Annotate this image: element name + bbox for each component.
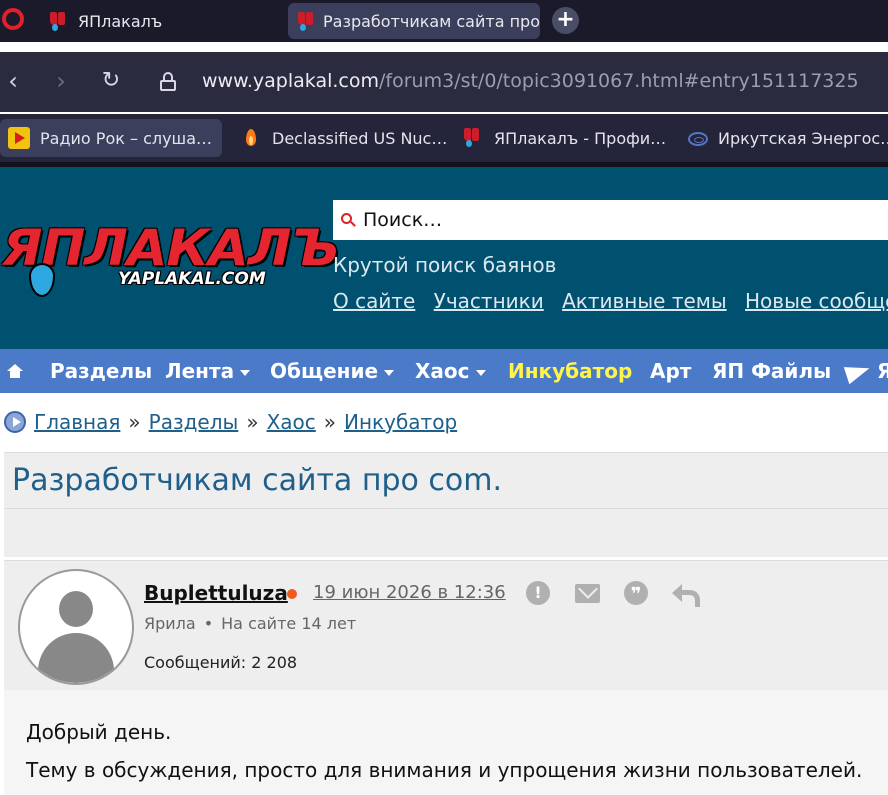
post-body: Добрый день. Тему в обсуждения, просто д… — [4, 690, 888, 795]
nav-art[interactable]: Арт — [650, 359, 691, 383]
topic-header: Разработчикам сайта про com. — [4, 452, 888, 557]
bookmark-label: ЯПлакалъ - Профи… — [494, 128, 667, 148]
reload-button[interactable]: ↻ — [98, 68, 124, 94]
site-logo[interactable]: ЯПЛАКАЛЪ YAPLAKAL.COM — [2, 219, 340, 299]
bookmark-declassified[interactable]: Declassified US Nuc… — [232, 119, 447, 157]
site-header: ЯПЛАКАЛЪ YAPLAKAL.COM Крутой поиск баяно… — [0, 167, 888, 349]
avatar[interactable] — [18, 569, 134, 685]
nav-telegram[interactable]: Я — [877, 359, 888, 383]
globe-icon — [688, 132, 708, 146]
breadcrumb-sections[interactable]: Разделы — [149, 410, 239, 434]
browser-tab-active[interactable]: Разработчикам сайта про — [288, 3, 540, 39]
breadcrumb-separator: » — [128, 410, 141, 434]
post-text-line: Добрый день. — [26, 720, 172, 744]
back-button[interactable]: ‹ — [0, 68, 26, 94]
meta-dot: • — [203, 614, 214, 633]
forward-button[interactable]: › — [48, 68, 74, 94]
nav-incubator[interactable]: Инкубатор — [508, 359, 632, 383]
user-rank: Ярила — [144, 614, 196, 633]
yaplakal-favicon-icon — [48, 11, 68, 31]
url-host: www.yaplakal.com — [202, 70, 379, 92]
lock-icon[interactable] — [159, 72, 177, 92]
search-tagline: Крутой поиск баянов — [333, 253, 557, 277]
search-box[interactable] — [333, 200, 888, 240]
breadcrumb-chaos[interactable]: Хаос — [267, 410, 316, 434]
browser-tab-yaplakal[interactable]: ЯПлакалъ — [40, 3, 240, 39]
breadcrumb: Главная » Разделы » Хаос » Инкубатор — [4, 410, 457, 434]
link-about[interactable]: О сайте — [333, 289, 415, 313]
online-status-icon — [287, 589, 297, 599]
yaplakal-icon — [462, 127, 484, 149]
nav-files[interactable]: ЯП Файлы — [712, 359, 831, 383]
user-on-site: На сайте 14 лет — [221, 614, 357, 633]
user-meta: Ярила • На сайте 14 лет — [144, 614, 356, 633]
link-active-topics[interactable]: Активные темы — [562, 289, 727, 313]
topic-title: Разработчикам сайта про com. — [12, 463, 503, 498]
divider — [4, 508, 888, 509]
breadcrumb-incubator[interactable]: Инкубатор — [344, 410, 457, 434]
nav-sections[interactable]: Разделы — [50, 359, 152, 383]
link-members[interactable]: Участники — [434, 289, 544, 313]
search-icon — [341, 213, 356, 227]
url-field[interactable]: www.yaplakal.com/forum3/st/0/topic309106… — [202, 70, 859, 92]
telegram-icon[interactable] — [846, 361, 870, 381]
tab-label: ЯПлакалъ — [78, 11, 163, 31]
bookmark-yaplakal-profile[interactable]: ЯПлакалъ - Профи… — [454, 119, 666, 157]
main-nav: Разделы Лента Общение Хаос Инкубатор Арт… — [0, 349, 888, 393]
home-icon[interactable] — [7, 364, 23, 378]
search-input[interactable] — [363, 200, 883, 240]
logo-subtitle: YAPLAKAL.COM — [118, 269, 266, 289]
bookmark-irkutsk-energo[interactable]: Иркутская Энергос… — [680, 119, 888, 157]
nav-communication[interactable]: Общение — [270, 359, 394, 383]
radio-rock-icon — [8, 127, 30, 149]
bookmark-label: Declassified US Nuc… — [272, 128, 448, 148]
post-header: Buplettuluza 19 июн 2026 в 12:36 ! ❞ Яри… — [4, 560, 888, 690]
address-bar: ‹ › ↻ www.yaplakal.com/forum3/st/0/topic… — [0, 52, 888, 112]
bookmark-label: Иркутская Энергос… — [718, 128, 888, 148]
post-author[interactable]: Buplettuluza — [144, 581, 288, 605]
report-icon[interactable]: ! — [526, 581, 550, 605]
post-text-line: Тему в обсуждения, просто для внимания и… — [26, 758, 863, 782]
quote-icon[interactable]: ❞ — [624, 581, 648, 605]
link-new-posts[interactable]: Новые сообще — [745, 289, 888, 313]
user-posts-count: Сообщений: 2 208 — [144, 653, 298, 672]
reply-icon[interactable] — [672, 583, 700, 607]
nav-feed[interactable]: Лента — [165, 359, 250, 383]
bookmarks-bar: Радио Рок – слуша… Declassified US Nuc… … — [0, 114, 888, 162]
new-tab-button[interactable]: + — [552, 7, 579, 34]
mail-icon[interactable] — [575, 584, 600, 603]
bookmark-radio-rock[interactable]: Радио Рок – слуша… — [0, 119, 222, 157]
yaplakal-favicon-icon — [296, 11, 313, 31]
post-date[interactable]: 19 июн 2026 в 12:36 — [313, 582, 506, 603]
flame-icon — [240, 127, 262, 149]
tab-label: Разработчикам сайта про — [323, 11, 540, 31]
header-links: О сайте Участники Активные темы Новые со… — [333, 289, 888, 313]
bookmark-label: Радио Рок – слуша… — [40, 128, 212, 148]
nav-chaos[interactable]: Хаос — [415, 359, 486, 383]
tear-drop-icon — [29, 263, 55, 297]
browser-tab-strip: ЯПлакалъ Разработчикам сайта про + — [0, 0, 888, 42]
opera-logo-icon[interactable] — [2, 8, 24, 30]
breadcrumb-arrow-icon — [4, 411, 26, 433]
breadcrumb-separator: » — [246, 410, 259, 434]
url-path: /forum3/st/0/topic3091067.html#entry1511… — [379, 70, 859, 92]
breadcrumb-separator: » — [323, 410, 337, 434]
breadcrumb-home[interactable]: Главная — [34, 410, 120, 434]
